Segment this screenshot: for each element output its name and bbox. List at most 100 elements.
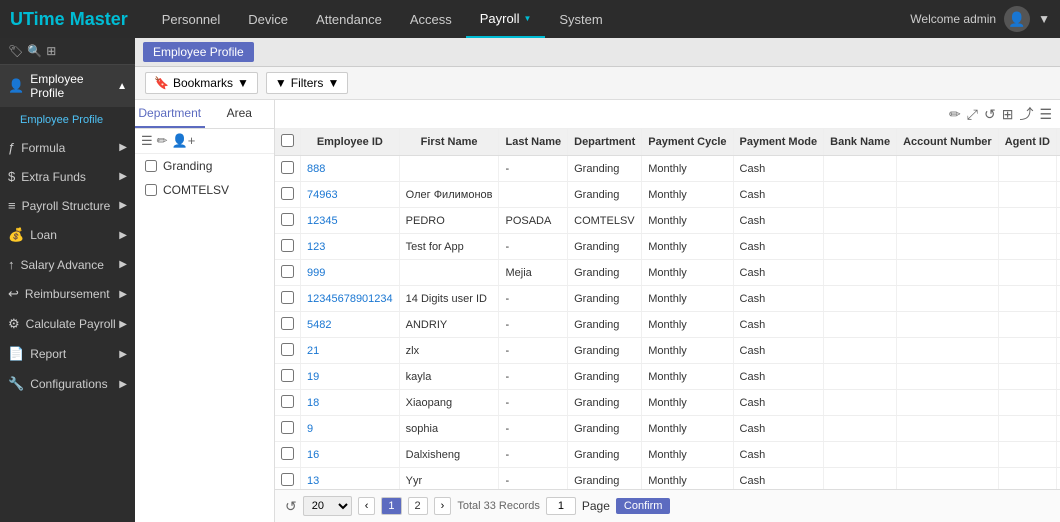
bookmarks-label: Bookmarks xyxy=(173,76,233,90)
nav-payroll[interactable]: Payroll xyxy=(466,0,546,38)
table-row: 74963 Олег Филимонов Granding Monthly Ca… xyxy=(275,182,1060,208)
refresh-icon[interactable]: ↺ xyxy=(984,106,996,123)
dept-comtelsv[interactable]: COMTELSV xyxy=(135,178,274,202)
split-icon[interactable]: ⊞ xyxy=(1002,106,1014,123)
agent-acc-cell xyxy=(1056,208,1060,234)
add-dept-icon[interactable]: 👤+ xyxy=(172,133,196,149)
dept-granding[interactable]: Granding xyxy=(135,154,274,178)
row-checkbox[interactable] xyxy=(281,161,294,174)
table-row: 16 Dalxisheng - Granding Monthly Cash ✔ xyxy=(275,442,1060,468)
sidebar-item-report[interactable]: 📄 Report ▶ xyxy=(0,339,135,369)
confirm-page-button[interactable]: Confirm xyxy=(616,498,671,514)
row-checkbox[interactable] xyxy=(281,343,294,356)
share-icon[interactable]: ⤴ xyxy=(1019,104,1033,124)
nav-device[interactable]: Device xyxy=(234,0,302,38)
sidebar-item-loan[interactable]: 💰 Loan ▶ xyxy=(0,220,135,250)
dept-granding-checkbox[interactable] xyxy=(145,160,157,172)
row-checkbox[interactable] xyxy=(281,447,294,460)
breadcrumb-tab[interactable]: Employee Profile xyxy=(143,42,254,62)
employee-id-link[interactable]: 16 xyxy=(307,449,319,461)
dept-comtelsv-label: COMTELSV xyxy=(163,183,229,197)
sidebar-item-formula[interactable]: ƒ Formula ▶ xyxy=(0,133,135,162)
sidebar-item-employee-profile-sub[interactable]: Employee Profile xyxy=(0,107,135,133)
row-checkbox[interactable] xyxy=(281,317,294,330)
page-jump-input[interactable] xyxy=(546,497,576,515)
expand-icon[interactable]: ⤢ xyxy=(967,106,978,123)
row-checkbox[interactable] xyxy=(281,239,294,252)
first-name-cell xyxy=(399,260,499,286)
cycle-cell: Monthly xyxy=(642,156,733,182)
sidebar: 🏷 🔍 ⊞ 👤 Employee Profile ▲ Employee Prof… xyxy=(0,38,135,522)
sidebar-item-reimbursement[interactable]: ↩ Reimbursement ▶ xyxy=(0,279,135,309)
tab-area[interactable]: Area xyxy=(205,100,275,128)
agent-acc-cell xyxy=(1056,338,1060,364)
table-header-row: Employee ID First Name Last Name Departm… xyxy=(275,129,1060,156)
more-menu-icon[interactable]: ☰ xyxy=(1039,106,1052,123)
dept-cell: Granding xyxy=(568,234,642,260)
agent-acc-cell xyxy=(1056,364,1060,390)
nav-system[interactable]: System xyxy=(545,0,616,38)
employee-id-link[interactable]: 21 xyxy=(307,345,319,357)
row-checkbox[interactable] xyxy=(281,421,294,434)
row-checkbox[interactable] xyxy=(281,265,294,278)
chevron-up-icon: ▲ xyxy=(117,81,127,92)
tab-department[interactable]: Department xyxy=(135,100,205,128)
grid-icon[interactable]: ⊞ xyxy=(46,44,56,58)
page-1-button[interactable]: 1 xyxy=(381,497,401,515)
nav-personnel[interactable]: Personnel xyxy=(148,0,235,38)
edit-icon[interactable]: ✏ xyxy=(949,106,961,123)
employee-id-link[interactable]: 12345 xyxy=(307,215,338,227)
chevron-right-icon-6: ▶ xyxy=(119,289,127,300)
user-avatar[interactable]: 👤 xyxy=(1004,6,1030,32)
th-account-number: Account Number xyxy=(897,129,999,156)
row-checkbox[interactable] xyxy=(281,291,294,304)
employee-id-link[interactable]: 123 xyxy=(307,241,325,253)
user-dropdown-icon[interactable]: ▼ xyxy=(1038,12,1050,26)
agent-id-cell xyxy=(998,338,1056,364)
chevron-right-icon-4: ▶ xyxy=(119,230,127,241)
search-icon[interactable]: 🔍 xyxy=(27,44,42,58)
sidebar-item-payroll-structure[interactable]: ≡ Payroll Structure ▶ xyxy=(0,191,135,220)
first-name-cell: PEDRO xyxy=(399,208,499,234)
select-all-checkbox[interactable] xyxy=(281,134,294,147)
row-checkbox[interactable] xyxy=(281,187,294,200)
list-icon[interactable]: ☰ xyxy=(141,133,153,149)
employee-id-link[interactable]: 18 xyxy=(307,397,319,409)
row-checkbox[interactable] xyxy=(281,395,294,408)
pagination-refresh-button[interactable]: ↺ xyxy=(285,498,297,515)
table-row: 5482 ANDRIY - Granding Monthly Cash ✔ xyxy=(275,312,1060,338)
sidebar-item-calculate-payroll[interactable]: ⚙ Calculate Payroll ▶ xyxy=(0,309,135,339)
sidebar-item-configurations[interactable]: 🔧 Configurations ▶ xyxy=(0,369,135,399)
nav-access[interactable]: Access xyxy=(396,0,466,38)
sidebar-item-salary-advance[interactable]: ↑ Salary Advance ▶ xyxy=(0,250,135,279)
next-page-button[interactable]: › xyxy=(434,497,452,515)
page-size-select[interactable]: 20 50 100 xyxy=(303,496,352,516)
employee-id-link[interactable]: 9 xyxy=(307,423,313,435)
employee-id-link[interactable]: 999 xyxy=(307,267,325,279)
employee-id-link[interactable]: 12345678901234 xyxy=(307,293,393,305)
nav-attendance[interactable]: Attendance xyxy=(302,0,396,38)
row-checkbox[interactable] xyxy=(281,369,294,382)
dept-comtelsv-checkbox[interactable] xyxy=(145,184,157,196)
tag-icon[interactable]: 🏷 xyxy=(8,44,23,58)
employee-id-link[interactable]: 5482 xyxy=(307,319,331,331)
employee-id-link[interactable]: 74963 xyxy=(307,189,338,201)
edit-dept-icon[interactable]: ✏ xyxy=(157,133,168,149)
employee-id-link[interactable]: 19 xyxy=(307,371,319,383)
table-body: 888 - Granding Monthly Cash ✔ 74963 Олег… xyxy=(275,156,1060,490)
logo-u: U xyxy=(10,9,23,29)
page-2-button[interactable]: 2 xyxy=(408,497,428,515)
row-checkbox[interactable] xyxy=(281,473,294,486)
sidebar-item-employee-profile[interactable]: 👤 Employee Profile ▲ xyxy=(0,65,135,107)
filters-button[interactable]: ▼ Filters ▼ xyxy=(266,72,348,94)
row-checkbox[interactable] xyxy=(281,213,294,226)
account-cell xyxy=(897,390,999,416)
employee-id-link[interactable]: 13 xyxy=(307,475,319,487)
app-logo: UTime Master xyxy=(10,9,128,30)
prev-page-button[interactable]: ‹ xyxy=(358,497,376,515)
sidebar-sub-label: Employee Profile xyxy=(20,114,103,126)
report-icon: 📄 xyxy=(8,346,24,362)
sidebar-item-extra-funds[interactable]: $ Extra Funds ▶ xyxy=(0,162,135,191)
employee-id-link[interactable]: 888 xyxy=(307,163,325,175)
bookmarks-button[interactable]: 🔖 Bookmarks ▼ xyxy=(145,72,258,94)
